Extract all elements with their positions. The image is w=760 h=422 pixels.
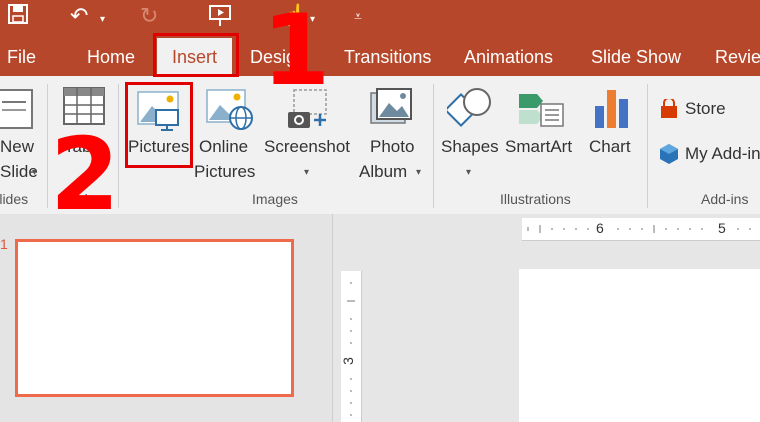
online-pictures-icon[interactable] [205, 86, 253, 137]
store-icon[interactable] [659, 97, 679, 124]
tab-file[interactable]: File [7, 44, 36, 70]
redo-icon: ↻ [140, 3, 159, 28]
tab-slide-show[interactable]: Slide Show [591, 44, 681, 70]
photo-album-icon[interactable] [369, 87, 413, 134]
chart-icon[interactable] [593, 86, 633, 135]
group-label-slides: Slides [0, 191, 29, 207]
save-icon[interactable] [8, 4, 28, 29]
new-slide-label[interactable]: New [0, 135, 34, 159]
group-separator [647, 84, 648, 208]
group-label-addins: Add-ins [701, 191, 749, 207]
group-separator [47, 84, 48, 208]
ruler-mark-5: 5 [718, 220, 726, 236]
ruler-mark-3: 3 [339, 357, 356, 365]
screenshot-dropdown-icon[interactable]: ▾ [304, 167, 309, 178]
screenshot-label[interactable]: Screenshot [264, 135, 350, 159]
tab-review[interactable]: Review [715, 44, 760, 70]
group-label-illustrations: Illustrations [500, 191, 571, 207]
annotation-step-2: 2 [50, 116, 120, 233]
my-addins-label[interactable]: My Add-ins [685, 142, 760, 166]
slide-number: 1 [0, 236, 8, 252]
smartart-icon[interactable] [517, 88, 567, 135]
new-slide-icon [0, 88, 36, 137]
undo-dropdown-icon[interactable]: ▾ [100, 8, 105, 32]
annotation-box-pictures [125, 82, 193, 168]
tab-home[interactable]: Home [87, 44, 135, 70]
store-label[interactable]: Store [685, 97, 726, 121]
my-addins-icon[interactable] [659, 143, 679, 170]
tab-animations[interactable]: Animations [464, 44, 553, 70]
horizontal-ruler: 6 5 [522, 218, 760, 241]
ruler-mark-6: 6 [596, 220, 604, 236]
online-pictures-label[interactable]: Online [199, 135, 248, 159]
shapes-label[interactable]: Shapes [441, 135, 499, 159]
smartart-label[interactable]: SmartArt [505, 135, 572, 159]
chart-label[interactable]: Chart [589, 135, 631, 159]
start-from-beginning-icon[interactable] [208, 4, 234, 33]
slide-thumbnail[interactable] [15, 239, 294, 397]
tab-transitions[interactable]: Transitions [344, 44, 431, 70]
shapes-icon[interactable] [444, 85, 495, 136]
group-separator [433, 84, 434, 208]
group-label-images: Images [252, 191, 298, 207]
title-bar [0, 0, 760, 38]
photo-album-dropdown-icon[interactable]: ▾ [416, 167, 421, 178]
undo-icon[interactable]: ↶ [70, 4, 88, 28]
annotation-step-1: 1 [262, 0, 331, 108]
new-slide-dropdown-icon[interactable]: ▾ [32, 167, 37, 178]
online-pictures-label-line2[interactable]: Pictures [194, 160, 255, 184]
annotation-box-insert-tab [153, 33, 239, 77]
customize-toolbar-icon[interactable]: ⩡ [354, 4, 362, 28]
photo-album-label-line2[interactable]: Album [359, 160, 407, 184]
photo-album-label[interactable]: Photo [370, 135, 414, 159]
vertical-ruler: 3 [339, 271, 362, 422]
slide-canvas[interactable] [519, 269, 760, 422]
shapes-dropdown-icon[interactable]: ▾ [466, 167, 471, 178]
